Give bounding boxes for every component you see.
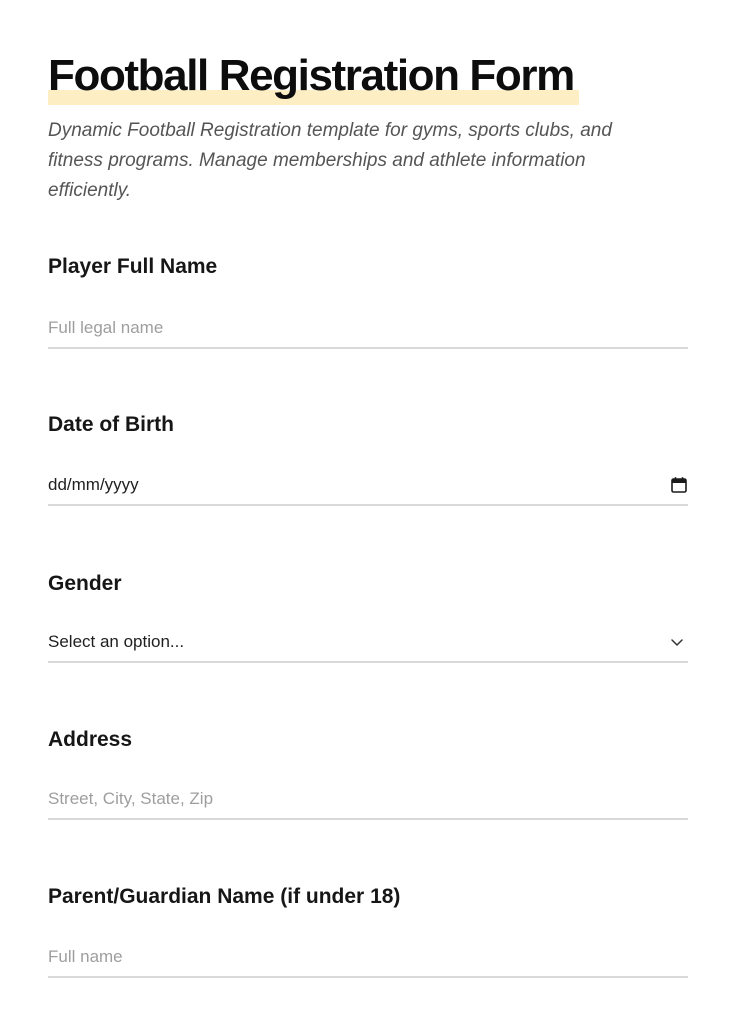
calendar-icon[interactable] xyxy=(670,476,688,494)
form-description: Dynamic Football Registration template f… xyxy=(48,120,612,201)
dob-value: dd/mm/yyyy xyxy=(48,475,139,494)
chevron-down-icon[interactable] xyxy=(668,633,686,651)
dob-control: dd/mm/yyyy xyxy=(48,466,688,506)
address-label: Address xyxy=(48,728,133,751)
form-title: Football Registration Form xyxy=(48,51,575,100)
field-player-name: Player Full Name xyxy=(48,254,688,349)
player-name-label: Player Full Name xyxy=(48,255,218,278)
field-guardian-name: Parent/Guardian Name (if under 18) xyxy=(48,884,688,978)
gender-label: Gender xyxy=(48,572,122,595)
field-date-of-birth: Date of Birth dd/mm/yyyy xyxy=(48,412,688,506)
field-gender: Gender Select an option... xyxy=(48,571,688,663)
player-name-control xyxy=(48,309,688,349)
gender-selected-value: Select an option... xyxy=(48,632,185,651)
guardian-name-input[interactable] xyxy=(48,938,688,976)
dob-input[interactable]: dd/mm/yyyy xyxy=(48,466,688,504)
gender-control: Select an option... xyxy=(48,623,688,663)
address-input[interactable] xyxy=(48,780,688,818)
address-control xyxy=(48,780,688,820)
gender-select[interactable]: Select an option... xyxy=(48,623,688,661)
player-name-input[interactable] xyxy=(48,309,688,347)
dob-label: Date of Birth xyxy=(48,413,174,436)
field-address: Address xyxy=(48,727,688,820)
guardian-name-label: Parent/Guardian Name (if under 18) xyxy=(48,885,401,908)
guardian-name-control xyxy=(48,938,688,978)
